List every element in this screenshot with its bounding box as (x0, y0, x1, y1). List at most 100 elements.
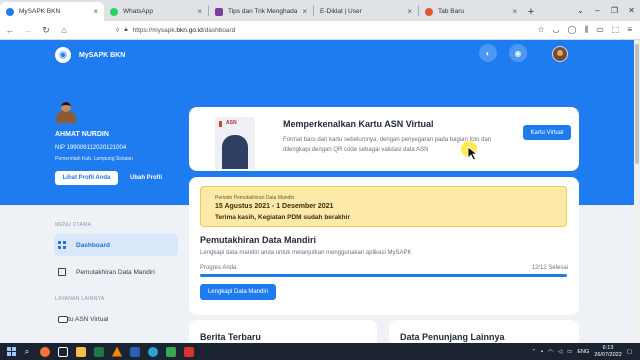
profile-nip: NIP 199006112020121004 (55, 145, 127, 151)
complete-data-button[interactable]: Lengkapi Data Mandiri (200, 284, 276, 300)
vlc-icon[interactable] (108, 343, 126, 360)
progress-bar (200, 274, 567, 277)
pdm-card: Periode Pemutakhiran Data Mandiri 15 Agu… (189, 177, 579, 315)
start-button[interactable] (4, 343, 18, 360)
browser-tab-strip: MySAPK BKN × WhatsApp × Tips dan Trik Me… (0, 0, 640, 21)
close-icon[interactable]: × (302, 7, 307, 16)
close-icon[interactable]: × (197, 7, 202, 16)
app-name: MySAPK BKN (79, 51, 126, 59)
tab-label: E-Diklat | User (320, 8, 362, 15)
sidebar-group-other: LAYANAN LAINNYA (55, 296, 105, 302)
url-host: bkn.go.id (176, 26, 203, 34)
lock-icon: 🔒︎ (124, 26, 128, 33)
close-icon[interactable]: × (407, 7, 412, 16)
edge-icon[interactable] (144, 343, 162, 360)
volume-icon[interactable]: ◁ (558, 349, 562, 355)
mysapk-favicon-icon (6, 7, 14, 16)
sidebar-icon[interactable]: ▭ (596, 25, 604, 35)
pdm-title: Pemutakhiran Data Mandiri (200, 235, 317, 245)
reload-icon[interactable]: ↻ (40, 24, 52, 36)
dashboard-icon (58, 241, 66, 249)
avatar[interactable] (552, 46, 568, 62)
progress-fill (200, 274, 567, 277)
excel-icon[interactable] (90, 343, 108, 360)
profile-name: AHMAT NURDIN (55, 131, 109, 138)
news-title: Berita Terbaru (200, 332, 261, 342)
progress-label: Progres Anda (200, 265, 237, 271)
new-tab-button[interactable]: + (523, 2, 539, 21)
camtasia-icon[interactable] (162, 343, 180, 360)
card-icon (58, 315, 68, 323)
search-icon[interactable]: ⌕ (18, 343, 36, 360)
home-icon[interactable]: ⌂ (58, 24, 70, 36)
url-prefix: https://mysapk. (132, 26, 177, 34)
wifi-icon[interactable]: ◠ (548, 349, 553, 355)
bookmark-star-icon[interactable]: ☆ (537, 25, 544, 35)
recorder-icon[interactable] (180, 343, 198, 360)
pdm-description: Lengkapi data mandiri anda untuk melanju… (200, 250, 412, 256)
sidebar-item-kartu-asn[interactable]: Kartu ASN Virtual (54, 308, 178, 330)
system-tray: ⌃ ▪ ◠ ◁ ▭ ENG 6:13 26/07/2022 ▢ (532, 345, 640, 359)
tab-new[interactable]: Tab Baru × (419, 2, 523, 21)
forward-icon[interactable]: → (22, 24, 34, 36)
view-profile-button[interactable]: Lihat Profil Anda (55, 171, 118, 185)
library-icon[interactable]: ⫼ (585, 25, 589, 35)
tab-ediklat[interactable]: E-Diklat | User × (314, 2, 418, 21)
period-dates: 15 Agustus 2021 - 1 Desember 2021 (215, 203, 334, 210)
word-icon[interactable] (126, 343, 144, 360)
clock[interactable]: 6:13 26/07/2022 (594, 345, 622, 359)
menu-icon[interactable]: ≡ (627, 25, 632, 35)
page-scrollbar[interactable] (634, 40, 640, 343)
tab-tips[interactable]: Tips dan Trik Menghadapi Ujian × (209, 2, 313, 21)
whatsapp-icon (110, 7, 118, 16)
kartu-asn-image-label: ASN (226, 120, 237, 126)
promo-title: Memperkenalkan Kartu ASN Virtual (283, 119, 434, 129)
account-icon[interactable]: ◯ (568, 25, 577, 35)
sidebar-item-label: Pemutakhiran Data Mandiri (76, 268, 155, 276)
close-window-icon[interactable]: ✕ (623, 0, 640, 21)
tab-label: Tab Baru (438, 8, 465, 15)
close-icon[interactable]: × (512, 7, 517, 16)
mouse-cursor-icon (467, 146, 478, 161)
sidebar-item-dashboard[interactable]: Dashboard (54, 234, 178, 256)
battery-icon[interactable]: ▭ (567, 349, 572, 355)
documents-title: Data Penunjang Lainnya (400, 332, 505, 342)
profile-unit: Pemerintah Kab. Lampung Selatan (55, 156, 133, 162)
grid-icon (58, 268, 66, 276)
kartu-asn-promo-card: ASN Memperkenalkan Kartu ASN Virtual For… (189, 107, 579, 171)
tab-label: MySAPK BKN (19, 8, 61, 15)
notification-bell-icon[interactable]: ◉ (509, 44, 527, 62)
url-bar[interactable]: ◊ 🔒︎ https://mysapk.bkn.go.id/dashboard (112, 23, 472, 37)
edit-profile-button[interactable]: Ubah Profil (130, 171, 162, 185)
close-icon[interactable]: × (93, 7, 98, 16)
minimize-icon[interactable]: – (589, 0, 606, 21)
maximize-icon[interactable]: ❐ (606, 0, 623, 21)
tray-app-icon[interactable]: ▪ (541, 349, 543, 355)
notifications-icon[interactable]: ▢ (627, 349, 632, 355)
firefox-icon (425, 7, 433, 16)
tab-label: Tips dan Trik Menghadapi Ujian (228, 8, 298, 15)
period-label: Periode Pemutakhiran Data Mandiri (215, 195, 295, 201)
pocket-icon[interactable]: ◡ (553, 25, 560, 35)
theme-toggle-button[interactable]: ◐ (479, 44, 497, 62)
app-brand[interactable]: MySAPK BKN (55, 47, 125, 63)
language-indicator[interactable]: ENG (577, 349, 589, 355)
extensions-icon[interactable]: ⬚ (612, 25, 620, 35)
page-favicon-icon (215, 7, 223, 16)
tray-chevron-icon[interactable]: ⌃ (532, 349, 537, 355)
tab-list-icon[interactable]: ⌄ (572, 0, 589, 21)
firefox-taskbar-icon[interactable] (36, 343, 54, 360)
mysapk-logo-icon (55, 47, 71, 63)
task-view-icon[interactable] (54, 343, 72, 360)
kartu-virtual-button[interactable]: Kartu Virtual (523, 125, 571, 140)
file-explorer-icon[interactable] (72, 343, 90, 360)
tab-whatsapp[interactable]: WhatsApp × (104, 2, 208, 21)
sidebar-group-main: MENU UTAMA (55, 222, 92, 228)
browser-toolbar: ← → ↻ ⌂ ◊ 🔒︎ https://mysapk.bkn.go.id/da… (0, 21, 640, 40)
kartu-asn-image: ASN (215, 117, 255, 169)
sidebar-item-pdm[interactable]: Pemutakhiran Data Mandiri (54, 261, 178, 283)
back-icon[interactable]: ← (4, 24, 16, 36)
period-note: Terima kasih, Kegiatan PDM sudah berakhi… (215, 214, 350, 221)
progress-value: 12/12 Selesai (531, 265, 568, 271)
tab-mysapk[interactable]: MySAPK BKN × (0, 2, 104, 21)
